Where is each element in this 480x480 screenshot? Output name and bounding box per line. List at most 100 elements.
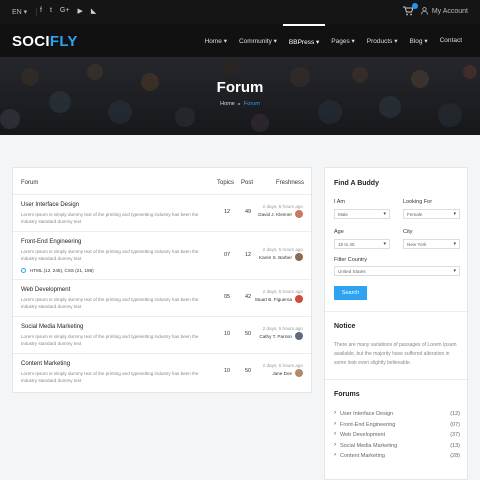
freshness: 2 days, 5 hours ago Jane Doe — [263, 362, 303, 378]
nav-item-bbpress[interactable]: BBPress ▾ — [282, 24, 326, 57]
forums-widget-item[interactable]: Web Development(37) — [334, 430, 460, 441]
site-logo[interactable]: SOCIFLY — [12, 33, 78, 50]
header-post: Post — [241, 180, 254, 186]
author-name[interactable]: David J. Klenner — [258, 211, 292, 218]
forums-widget-item[interactable]: Front-End Engineering(07) — [334, 420, 460, 431]
google-plus-icon[interactable]: G+ — [60, 7, 70, 15]
twitter-icon[interactable]: t — [50, 7, 52, 15]
notice-title: Notice — [334, 323, 356, 330]
forum-row: Front-End Engineering Lorem Ipsum is sim… — [13, 232, 311, 280]
i-am-label: I Am — [334, 199, 346, 205]
breadcrumb-home[interactable]: Home — [220, 101, 235, 107]
nav-item-pages[interactable]: Pages ▾ — [325, 24, 361, 57]
forum-row: Web Development Lorem Ipsum is simply du… — [13, 280, 311, 317]
author-name[interactable]: Cathy T. Parson — [259, 333, 292, 340]
looking-for-label: Looking For — [403, 199, 433, 205]
posts-count: 12 — [244, 252, 252, 258]
search-button[interactable]: Search — [334, 286, 367, 300]
posts-count: 50 — [244, 331, 252, 337]
cart-icon[interactable] — [402, 3, 418, 16]
avatar[interactable] — [295, 369, 303, 378]
breadcrumb-separator: ▸ — [238, 101, 241, 106]
main-menu: Home ▾ Community ▾ BBPress ▾ Pages ▾ Pro… — [199, 24, 468, 57]
cart-badge — [412, 3, 418, 9]
topics-count: 10 — [223, 368, 231, 374]
forum-title-link[interactable]: Social Media Marketing — [21, 324, 83, 330]
city-label: City — [403, 229, 413, 235]
language-selector[interactable]: EN ▾ — [12, 8, 38, 16]
forums-widget-item[interactable]: Content Marketing(28) — [334, 451, 460, 462]
user-icon — [420, 7, 428, 15]
i-am-select[interactable]: Male — [334, 209, 390, 219]
sidebar: Find A Buddy I Am Male Looking For Femal… — [324, 167, 468, 480]
facebook-icon[interactable]: f — [40, 7, 42, 15]
forums-widget-item[interactable]: User Interface Design(12) — [334, 409, 460, 420]
forum-title-link[interactable]: Content Marketing — [21, 361, 70, 367]
posts-count: 50 — [244, 368, 252, 374]
forums-widget-item[interactable]: Social Media Marketing(13) — [334, 441, 460, 452]
forum-title-link[interactable]: User Interface Design — [21, 202, 79, 208]
freshness-time[interactable]: 2 days, 5 hours ago — [259, 246, 303, 253]
forum-description: Lorem Ipsum is simply dummy text of the … — [21, 297, 199, 310]
freshness-time[interactable]: 2 days, 5 hours ago — [263, 362, 303, 369]
forum-description: Lorem Ipsum is simply dummy text of the … — [21, 212, 199, 225]
country-select[interactable]: United States — [334, 266, 460, 276]
social-links: f t G+ ▶ ◣ — [40, 7, 96, 15]
forum-table: Forum Topics Post Freshness User Interfa… — [12, 167, 312, 393]
nav-item-home[interactable]: Home ▾ — [199, 24, 233, 57]
divider — [325, 311, 467, 312]
age-label: Age — [334, 229, 344, 235]
breadcrumb: Home ▸ Forum — [0, 101, 480, 107]
rss-icon[interactable]: ◣ — [91, 7, 96, 15]
author-name[interactable]: Karen S. Barber — [259, 254, 292, 261]
topics-count: 05 — [223, 294, 231, 300]
freshness: 2 days, 5 hours ago David J. Klenner — [258, 203, 303, 219]
forum-title-link[interactable]: Web Development — [21, 287, 70, 293]
nav-item-community[interactable]: Community ▾ — [233, 24, 283, 57]
author-name[interactable]: Jane Doe — [272, 370, 292, 377]
freshness-time[interactable]: 2 days, 5 hours ago — [259, 325, 303, 332]
notice-text: There are many variations of passages of… — [334, 342, 457, 366]
topics-count: 10 — [223, 331, 231, 337]
looking-for-select[interactable]: Female — [403, 209, 460, 219]
nav-item-blog[interactable]: Blog ▾ — [404, 24, 434, 57]
my-account-link[interactable]: My Account — [420, 7, 468, 15]
topics-count: 12 — [223, 209, 231, 215]
hero-crowd-image — [0, 57, 480, 135]
author-name[interactable]: Stuart B. Figueroa — [255, 296, 292, 303]
avatar[interactable] — [295, 295, 303, 304]
forum-table-header: Forum Topics Post Freshness — [13, 168, 311, 195]
forum-title-link[interactable]: Front-End Engineering — [21, 239, 81, 245]
age-select[interactable]: 18 to 25 — [334, 239, 390, 249]
avatar[interactable] — [295, 332, 303, 341]
divider — [325, 379, 467, 380]
forum-description: Lorem Ipsum is simply dummy text of the … — [21, 371, 199, 384]
topics-count: 07 — [223, 252, 231, 258]
breadcrumb-current: Forum — [243, 101, 260, 107]
freshness-time[interactable]: 2 days, 5 hours ago — [258, 203, 303, 210]
header-forum: Forum — [21, 180, 39, 186]
city-select[interactable]: New York — [403, 239, 460, 249]
forums-widget-list: User Interface Design(12) Front-End Engi… — [334, 409, 460, 462]
nav-item-products[interactable]: Products ▾ — [361, 24, 404, 57]
top-bar: EN ▾ f t G+ ▶ ◣ My Account — [0, 0, 480, 24]
forum-row: User Interface Design Lorem Ipsum is sim… — [13, 195, 311, 232]
subforum-icon — [21, 268, 26, 273]
main-navbar: SOCIFLY Home ▾ Community ▾ BBPress ▾ Pag… — [0, 24, 480, 57]
country-label: Filter Country — [334, 257, 368, 263]
header-freshness: Freshness — [276, 180, 305, 186]
forum-row: Content Marketing Lorem Ipsum is simply … — [13, 354, 311, 392]
nav-item-contact[interactable]: Contact — [434, 24, 468, 57]
forums-widget-title: Forums — [334, 391, 360, 398]
avatar[interactable] — [295, 210, 303, 219]
forum-row: Social Media Marketing Lorem Ipsum is si… — [13, 317, 311, 354]
avatar[interactable] — [295, 253, 303, 262]
posts-count: 49 — [244, 209, 252, 215]
freshness: 2 days, 5 hours ago Cathy T. Parson — [259, 325, 303, 341]
youtube-icon[interactable]: ▶ — [77, 7, 82, 15]
subforums[interactable]: HTML (12, 245), CSS (21, 198) — [21, 268, 94, 273]
page-title: Forum — [216, 79, 264, 96]
header-topics: Topics — [217, 180, 235, 186]
page-hero: Forum Home ▸ Forum — [0, 57, 480, 135]
freshness-time[interactable]: 2 days, 5 hours ago — [255, 288, 303, 295]
